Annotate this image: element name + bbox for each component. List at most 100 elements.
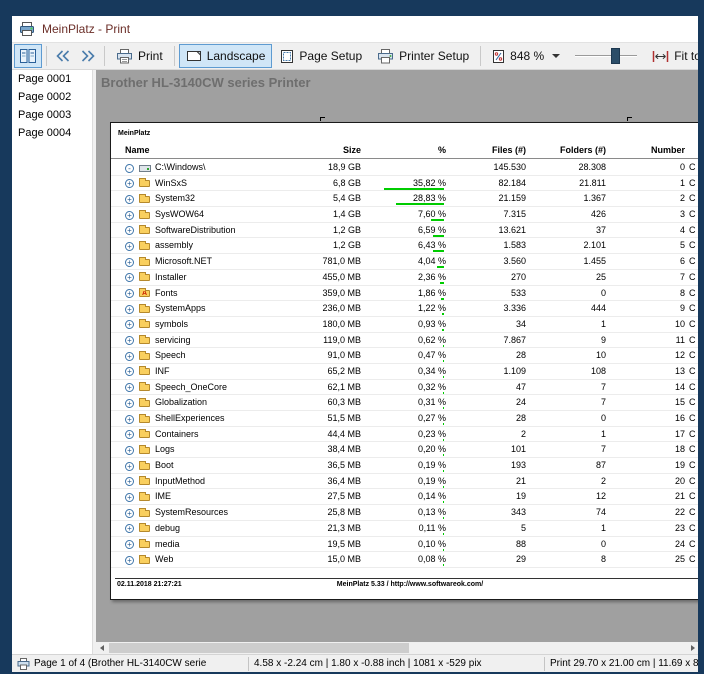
cell-folders: 1.367 <box>521 191 606 207</box>
cell-number: 9 <box>605 301 685 317</box>
cell-size: 18,9 GB <box>266 160 361 176</box>
cell-folders: 7 <box>521 380 606 396</box>
cell-folders: 37 <box>521 223 606 239</box>
cell-number: 2 <box>605 191 685 207</box>
cell-path-fragment: C <box>689 411 696 427</box>
cell-path-fragment: C <box>689 286 696 302</box>
cell-number: 25 <box>605 552 685 568</box>
folder-icon <box>139 525 150 532</box>
cell-percent: 2,36 % <box>361 270 446 286</box>
fit-to-page-width-label: Fit to Page Wi <box>674 49 698 63</box>
cell-folders: 21.811 <box>521 176 606 192</box>
cell-name: SystemResources <box>155 505 228 521</box>
cell-files: 21 <box>441 474 526 490</box>
cell-number: 21 <box>605 489 685 505</box>
cell-files: 533 <box>441 286 526 302</box>
page-list-item[interactable]: Page 0004 <box>12 124 92 142</box>
page-layout-button[interactable] <box>14 44 42 68</box>
page-list-item[interactable]: Page 0002 <box>12 88 92 106</box>
expand-icon: - <box>125 164 134 173</box>
cell-path-fragment: C <box>689 521 696 537</box>
page-setup-icon <box>280 49 294 64</box>
horizontal-scrollbar[interactable] <box>96 642 698 654</box>
cell-number: 8 <box>605 286 685 302</box>
page-setup-button[interactable]: Page Setup <box>273 44 369 68</box>
cell-name: Fonts <box>155 286 178 302</box>
printer-setup-button[interactable]: Printer Setup <box>370 44 476 68</box>
cell-folders: 0 <box>521 286 606 302</box>
folder-icon <box>139 180 150 187</box>
cell-name: C:\Windows\ <box>155 160 206 176</box>
cell-files: 1.583 <box>441 238 526 254</box>
cell-name: Globalization <box>155 395 207 411</box>
scroll-right-arrow-icon[interactable] <box>686 642 698 654</box>
cell-files: 88 <box>441 537 526 553</box>
cell-name: InputMethod <box>155 474 205 490</box>
cell-files: 21.159 <box>441 191 526 207</box>
cell-size: 25,8 MB <box>266 505 361 521</box>
zoom-slider-thumb[interactable] <box>611 48 620 64</box>
cell-folders: 0 <box>521 537 606 553</box>
expand-icon: + <box>125 195 134 204</box>
crop-mark <box>320 117 325 121</box>
percent-bar <box>396 203 444 205</box>
toolbar-separator <box>104 46 105 66</box>
cell-path-fragment: C <box>689 364 696 380</box>
print-button[interactable]: Print <box>109 44 170 68</box>
status-cursor-position: 4.58 x -2.24 cm | 1.80 x -0.88 inch | 10… <box>254 658 482 669</box>
cell-path-fragment: C <box>689 333 696 349</box>
cell-name: SysWOW64 <box>155 207 204 223</box>
landscape-button-label: Landscape <box>207 49 266 63</box>
report-brand: MeinPlatz <box>118 130 150 137</box>
zoom-dropdown[interactable]: 848 % <box>485 44 567 68</box>
expand-icon: + <box>125 258 134 267</box>
landscape-button[interactable]: Landscape <box>179 44 273 68</box>
expand-icon: + <box>125 211 134 220</box>
folder-icon <box>139 227 150 234</box>
cell-percent: 1,86 % <box>361 286 446 302</box>
previous-page-button[interactable] <box>51 44 75 68</box>
page-list-item[interactable]: Page 0003 <box>12 106 92 124</box>
cell-folders: 7 <box>521 442 606 458</box>
cell-path-fragment: C <box>689 474 696 490</box>
table-row: + Containers 44,4 MB 0,23 % 2 1 17 C <box>111 427 698 443</box>
cell-files: 82.184 <box>441 176 526 192</box>
cell-path-fragment: C <box>689 317 696 333</box>
table-row: + assembly 1,2 GB 6,43 % 1.583 2.101 5 C <box>111 238 698 254</box>
cell-number: 3 <box>605 207 685 223</box>
cell-number: 23 <box>605 521 685 537</box>
horizontal-scrollbar-thumb[interactable] <box>109 643 409 653</box>
column-header-name: Name <box>125 143 150 158</box>
cell-size: 60,3 MB <box>266 395 361 411</box>
folder-icon <box>139 337 150 344</box>
printer-setup-icon <box>377 49 394 64</box>
titlebar: MeinPlatz - Print <box>12 16 698 42</box>
cell-folders: 1 <box>521 427 606 443</box>
folder-icon <box>139 416 150 423</box>
expand-icon: + <box>125 289 134 298</box>
folder-icon <box>139 494 150 501</box>
table-row: + System32 5,4 GB 28,83 % 21.159 1.367 2… <box>111 191 698 207</box>
table-row: + ShellExperiences 51,5 MB 0,27 % 28 0 1… <box>111 411 698 427</box>
cell-name: Microsoft.NET <box>155 254 212 270</box>
app-printer-icon <box>19 21 35 37</box>
cell-name: ShellExperiences <box>155 411 225 427</box>
zoom-slider[interactable] <box>573 44 639 68</box>
cell-size: 180,0 MB <box>266 317 361 333</box>
next-page-button[interactable] <box>76 44 100 68</box>
toolbar-separator <box>46 46 47 66</box>
print-page: MeinPlatz Name Size % Files (#) Folders … <box>110 122 698 600</box>
report-header-row: Name Size % Files (#) Folders (#) Number <box>111 143 698 158</box>
page-list-item[interactable]: Page 0001 <box>12 70 92 88</box>
status-section-position: 4.58 x -2.24 cm | 1.80 x -0.88 inch | 10… <box>249 655 544 672</box>
cell-folders: 8 <box>521 552 606 568</box>
landscape-page-icon <box>186 49 202 63</box>
window-title: MeinPlatz - Print <box>42 22 130 36</box>
cell-size: 781,0 MB <box>266 254 361 270</box>
scroll-left-arrow-icon[interactable] <box>96 642 108 654</box>
table-row: + IME 27,5 MB 0,14 % 19 12 21 C <box>111 489 698 505</box>
cell-size: 1,2 GB <box>266 238 361 254</box>
expand-icon: + <box>125 226 134 235</box>
cell-number: 16 <box>605 411 685 427</box>
fit-to-page-width-button[interactable]: Fit to Page Wi <box>645 44 698 68</box>
